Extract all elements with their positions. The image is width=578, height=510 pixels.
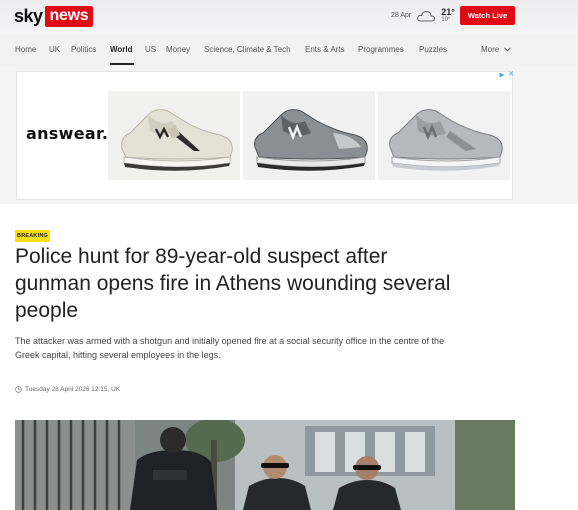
- weather-date: 28 Apr: [391, 12, 412, 19]
- timestamp-text: Tuesday 28 April 2026 12:15, UK: [25, 386, 121, 393]
- cream-sneaker-image: [108, 91, 240, 180]
- ad-product-cream-sneaker[interactable]: [108, 91, 240, 180]
- sky-news-logo[interactable]: sky news: [14, 6, 94, 27]
- logo-sky-text: sky: [14, 6, 43, 26]
- ad-product-silver-sneaker[interactable]: [378, 91, 510, 180]
- site-header: sky news 28 Apr 21° 10° Watch Live Home …: [0, 0, 578, 72]
- ad-brand-logo: answear.: [26, 124, 109, 143]
- temp-high: 21°: [441, 7, 455, 17]
- watch-live-button[interactable]: Watch Live: [460, 6, 515, 25]
- temp-low: 10°: [441, 17, 451, 23]
- weather-temps: 21° 10°: [441, 7, 455, 24]
- nav-item-uk[interactable]: UK: [49, 45, 60, 54]
- nav-item-puzzles[interactable]: Puzzles: [419, 45, 447, 54]
- ad-product-grey-sneaker[interactable]: [243, 91, 375, 180]
- logo-news-text: news: [44, 6, 94, 27]
- nav-more-label: More: [481, 45, 500, 54]
- police-officers-photo: [15, 420, 515, 510]
- grey-sneaker-image: [243, 91, 375, 180]
- article-standfirst: The attacker was armed with a shotgun an…: [15, 336, 445, 360]
- adchoices-icon[interactable]: [499, 72, 505, 78]
- cloud-icon: [417, 10, 436, 21]
- nav-more-button[interactable]: More: [481, 45, 512, 54]
- silver-sneaker-image: [378, 91, 510, 180]
- weather-widget[interactable]: 28 Apr 21° 10°: [391, 7, 455, 24]
- article-headline: Police hunt for 89-year-old suspect afte…: [15, 245, 451, 322]
- clock-icon: [15, 386, 22, 393]
- nav-item-money[interactable]: Money: [166, 45, 190, 54]
- nav-item-programmes[interactable]: Programmes: [358, 45, 404, 54]
- nav-item-science[interactable]: Science, Climate & Tech: [204, 45, 291, 54]
- nav-active-indicator: [110, 63, 134, 65]
- close-icon[interactable]: ✕: [508, 71, 514, 78]
- ad-choices[interactable]: ✕: [499, 71, 514, 78]
- article-timestamp: Tuesday 28 April 2026 12:15, UK: [15, 386, 120, 393]
- nav-item-politics[interactable]: Politics: [71, 45, 96, 54]
- chevron-down-icon: [504, 47, 512, 52]
- breaking-badge: BREAKING: [15, 230, 50, 242]
- nav-item-ents-arts[interactable]: Ents & Arts: [305, 45, 345, 54]
- article-hero-image[interactable]: [15, 420, 515, 510]
- main-nav: Home UK Politics World US Money Science,…: [0, 34, 578, 66]
- nav-item-world[interactable]: World: [110, 45, 133, 54]
- nav-item-home[interactable]: Home: [15, 45, 36, 54]
- nav-item-us[interactable]: US: [145, 45, 156, 54]
